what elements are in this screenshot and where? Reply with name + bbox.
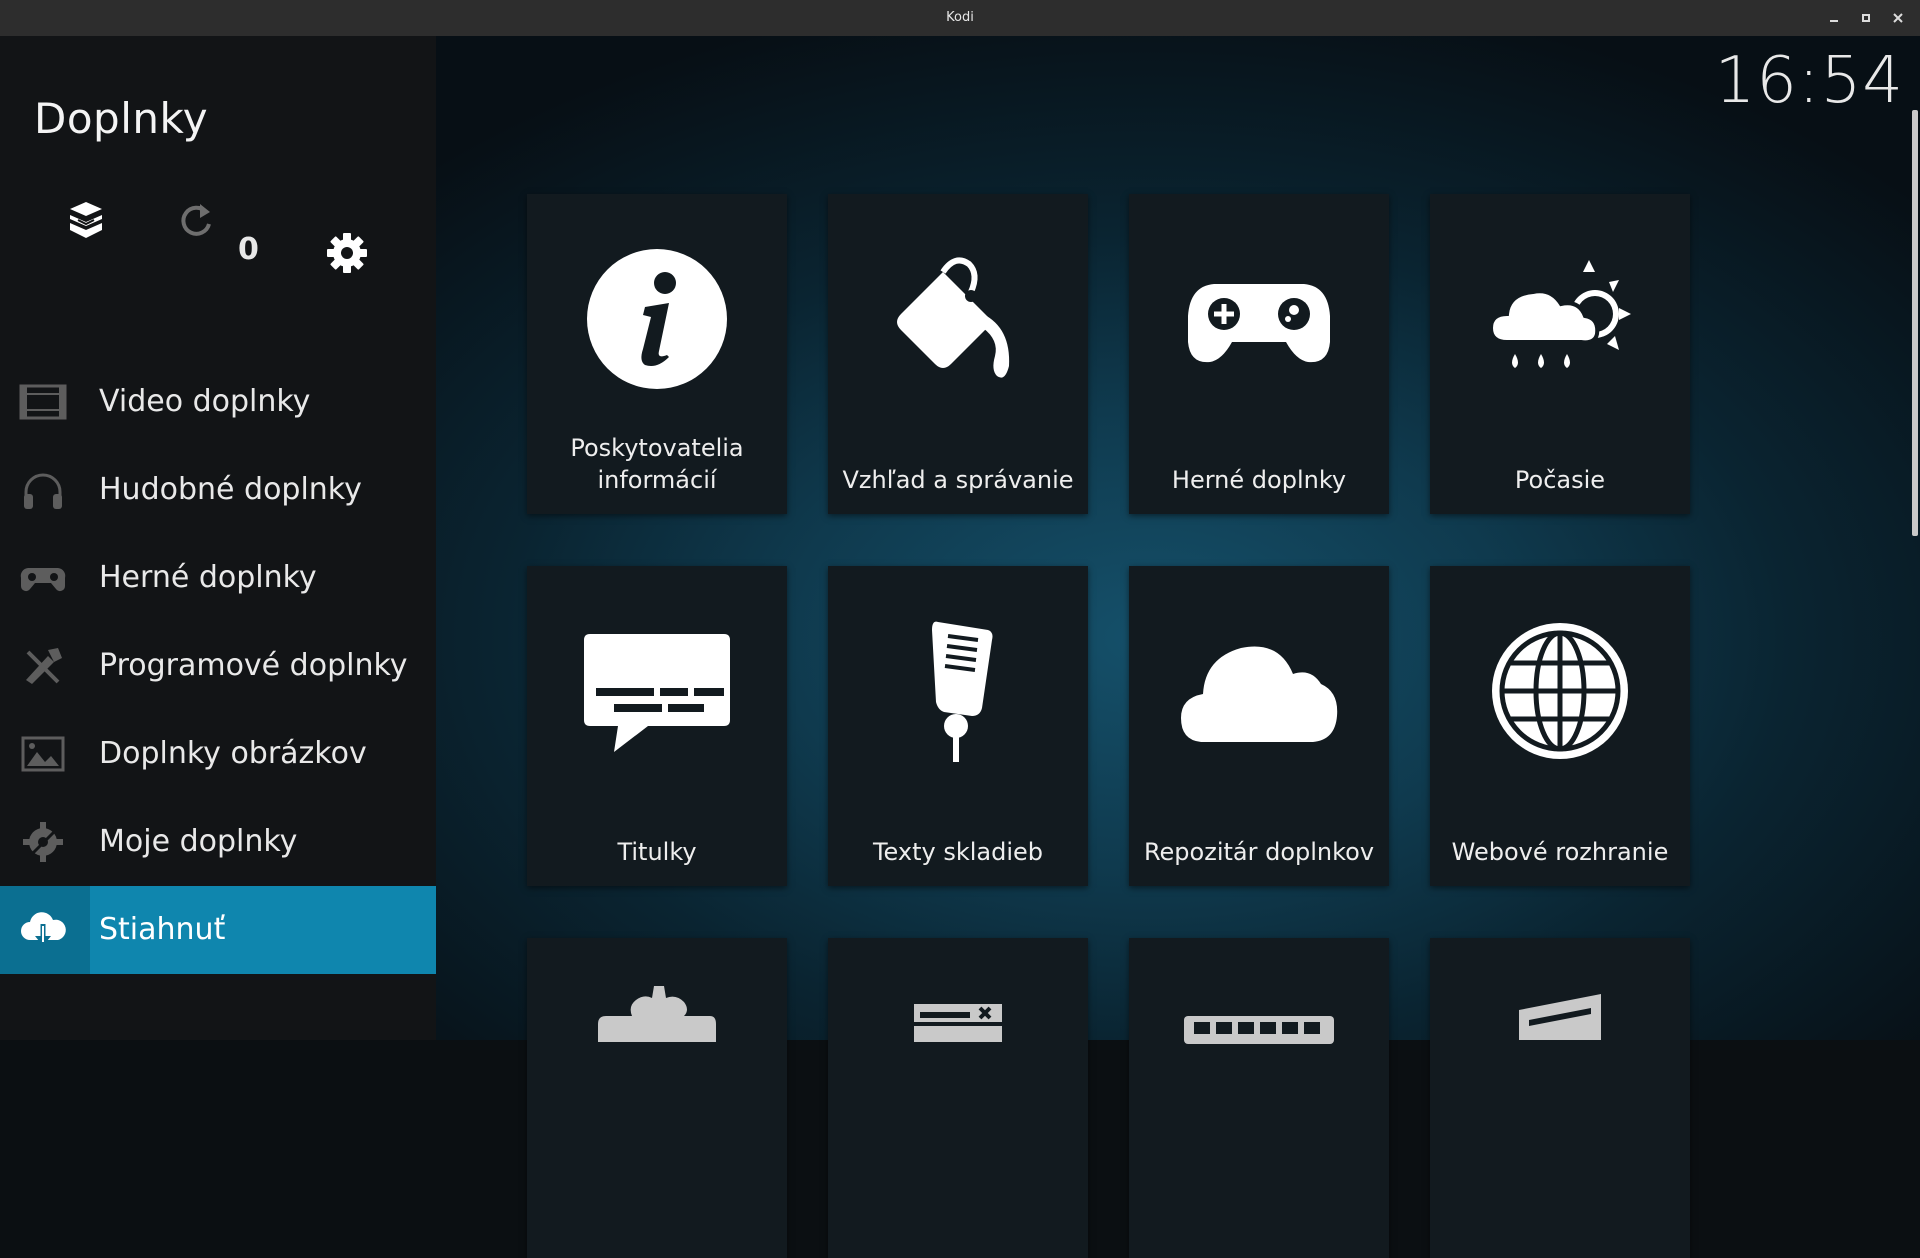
tools-icon xyxy=(18,644,68,688)
sidebar: Doplnky 0 Video doplnky Hudobné doplnky … xyxy=(0,36,436,1040)
subtitles-icon xyxy=(584,634,730,752)
info-icon xyxy=(587,249,727,389)
sidebar-item-games[interactable]: Herné doplnky xyxy=(0,534,436,622)
tile-row3-3[interactable] xyxy=(1129,938,1389,1258)
gear-icon xyxy=(327,233,367,273)
tile-label: Repozitár doplnkov xyxy=(1143,838,1375,866)
tile-label: Vzhľad a správanie xyxy=(842,466,1074,494)
minimize-button[interactable] xyxy=(1824,8,1844,28)
tile-label: Titulky xyxy=(617,838,697,866)
check-updates-button[interactable] xyxy=(176,198,216,242)
tile-game-addons[interactable]: Herné doplnky xyxy=(1129,194,1389,514)
tile-label: Počasie xyxy=(1514,466,1606,494)
tile-row3-1[interactable] xyxy=(527,938,787,1258)
gear-tools-icon xyxy=(18,820,68,864)
package-icon xyxy=(70,202,102,238)
tile-label: Webové rozhranie xyxy=(1451,838,1669,866)
sidebar-item-music[interactable]: Hudobné doplnky xyxy=(0,446,436,534)
gamepad-icon xyxy=(18,556,68,600)
screensaver-icon xyxy=(914,1004,1002,1042)
tile-row3-4[interactable] xyxy=(1430,938,1690,1258)
paint-bucket-icon xyxy=(897,257,1010,378)
window-titlebar: Kodi xyxy=(0,0,1920,37)
puzzle-icon xyxy=(598,986,716,1042)
tile-subtitles[interactable]: Titulky xyxy=(527,566,787,886)
sidebar-item-video[interactable]: Video doplnky xyxy=(0,358,436,446)
film-icon xyxy=(18,380,68,424)
window-title: Kodi xyxy=(946,10,974,25)
music-icon xyxy=(1519,994,1601,1040)
sidebar-item-label: Programové doplnky xyxy=(99,648,408,683)
tile-look-and-feel[interactable]: Vzhľad a správanie xyxy=(828,194,1088,514)
tile-information-providers[interactable]: Poskytovatelia informácií xyxy=(527,194,787,514)
page-title: Doplnky xyxy=(34,94,209,143)
sidebar-item-download[interactable]: Stiahnuť xyxy=(0,886,436,974)
sidebar-item-label: Stiahnuť xyxy=(99,912,226,947)
tile-label: Poskytovatelia informácií xyxy=(570,434,744,494)
tile-label: Texty skladieb xyxy=(872,838,1044,866)
sidebar-item-my-addons[interactable]: Moje doplnky xyxy=(0,798,436,886)
tile-addon-repository[interactable]: Repozitár doplnkov xyxy=(1129,566,1389,886)
cloud-icon xyxy=(1181,646,1338,742)
microphone-icon xyxy=(932,621,993,762)
sidebar-item-label: Doplnky obrázkov xyxy=(99,736,367,771)
gamepad-icon xyxy=(1188,284,1330,363)
cloud-download-icon xyxy=(18,908,68,952)
maximize-button[interactable] xyxy=(1856,8,1876,28)
headphones-icon xyxy=(18,468,68,512)
sidebar-item-programs[interactable]: Programové doplnky xyxy=(0,622,436,710)
sidebar-item-label: Moje doplnky xyxy=(99,824,298,859)
tile-weather[interactable]: Počasie xyxy=(1430,194,1690,514)
sidebar-item-label: Hudobné doplnky xyxy=(99,472,362,507)
tile-label: Herné doplnky xyxy=(1171,466,1347,494)
install-from-zip-button[interactable] xyxy=(64,198,108,242)
close-button[interactable] xyxy=(1888,8,1908,28)
sidebar-item-label: Video doplnky xyxy=(99,384,311,419)
weather-icon xyxy=(1488,260,1631,368)
tile-web-interface[interactable]: Webové rozhranie xyxy=(1430,566,1690,886)
tile-row3-2[interactable] xyxy=(828,938,1088,1258)
sidebar-menu: Video doplnky Hudobné doplnky Herné dopl… xyxy=(0,358,436,974)
main-background xyxy=(436,36,1920,1040)
tile-lyrics[interactable]: Texty skladieb xyxy=(828,566,1088,886)
sidebar-item-pictures[interactable]: Doplnky obrázkov xyxy=(0,710,436,798)
scrollbar[interactable] xyxy=(1912,110,1918,536)
sidebar-item-label: Herné doplnky xyxy=(99,560,317,595)
update-count: 0 xyxy=(238,232,259,267)
clock: 16:54 xyxy=(1714,44,1904,118)
image-icon xyxy=(18,732,68,776)
refresh-icon xyxy=(181,204,211,236)
globe-icon xyxy=(1492,623,1628,759)
settings-button[interactable] xyxy=(326,232,368,274)
